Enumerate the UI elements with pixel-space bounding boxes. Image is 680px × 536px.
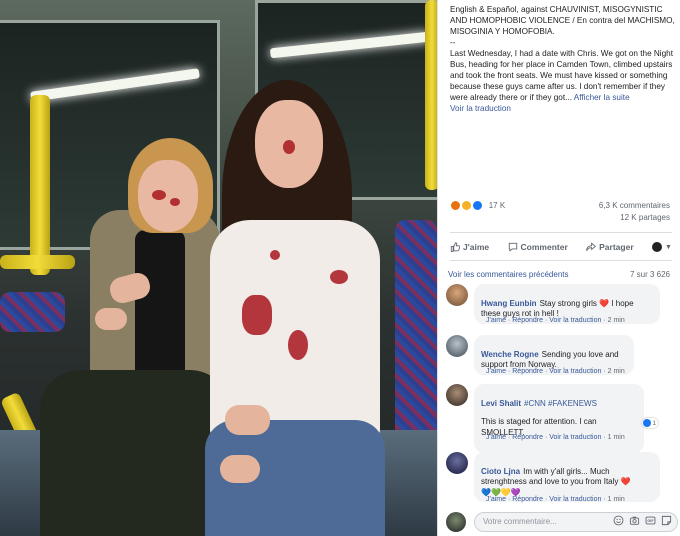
see-more-link[interactable]: Afficher la suite <box>574 93 630 102</box>
audience-selector[interactable]: ▼ <box>652 242 672 252</box>
comment-button[interactable]: Commenter <box>508 242 568 252</box>
comment-time: 2 min <box>607 317 625 324</box>
comment-translate-link[interactable]: Voir la traduction <box>549 434 601 441</box>
comment-author[interactable]: Hwang Eunbin <box>481 299 537 308</box>
comment-label: Commenter <box>520 242 568 252</box>
comment-translate-link[interactable]: Voir la traduction <box>549 317 601 324</box>
angry-reaction-icon <box>450 200 461 211</box>
comment-reply-link[interactable]: Répondre <box>512 496 543 503</box>
comment-reaction-badge[interactable]: 1 <box>642 418 658 428</box>
avatar[interactable] <box>446 384 468 406</box>
post-text: English & Español, against CHAUVINIST, M… <box>450 4 676 114</box>
shares-count[interactable]: 12 K partages <box>599 212 670 224</box>
comment-like-link[interactable]: J'aime <box>486 368 506 375</box>
avatar[interactable] <box>446 452 468 474</box>
comment-item: Wenche Rogne Sending you love and support… <box>446 335 676 385</box>
comment-meta: J'aime · Répondre · Voir la traduction ·… <box>486 368 625 375</box>
comment-time: 1 min <box>607 434 625 441</box>
share-button[interactable]: Partager <box>586 242 634 252</box>
sad-reaction-icon <box>461 200 473 211</box>
gif-icon[interactable]: GIF <box>645 515 656 526</box>
share-arrow-icon <box>586 242 597 251</box>
comments-counter: 7 sur 3 626 <box>629 270 670 279</box>
translate-link[interactable]: Voir la traduction <box>450 103 676 114</box>
comment-meta: J'aime · Répondre · Voir la traduction ·… <box>486 317 625 324</box>
comment-item: Levi Shalit #CNN #FAKENEWS This is staged… <box>446 384 676 453</box>
like-reaction-icon <box>472 200 484 211</box>
comment-author[interactable]: Wenche Rogne <box>481 350 539 359</box>
comment-author[interactable]: Levi Shalit <box>481 399 521 408</box>
comment-bubble: Cioto Ljna Im with y'all girls... Much st… <box>474 452 660 502</box>
composer-icons: GIF <box>613 515 672 526</box>
comment-reply-link[interactable]: Répondre <box>512 317 543 324</box>
comment-bubble-icon <box>508 242 517 252</box>
camera-icon[interactable] <box>629 515 640 526</box>
avatar <box>446 512 466 532</box>
sticker-icon[interactable] <box>661 515 672 526</box>
like-button[interactable]: J'aime <box>450 242 489 252</box>
divider <box>450 232 672 233</box>
comments-count[interactable]: 6,3 K commentaires <box>599 200 670 212</box>
divider <box>450 260 672 261</box>
svg-text:GIF: GIF <box>647 519 654 523</box>
facebook-post-panel: English & Español, against CHAUVINIST, M… <box>437 0 680 536</box>
previous-comments-link[interactable]: Voir les commentaires précédents <box>448 270 569 279</box>
comment-reply-link[interactable]: Répondre <box>512 368 543 375</box>
avatar[interactable] <box>446 335 468 357</box>
post-body: Last Wednesday, I had a date with Chris.… <box>450 49 674 102</box>
comment-meta: J'aime · Répondre · Voir la traduction ·… <box>486 434 625 441</box>
comment-item: Hwang Eunbin Stay strong girls ❤️ I hope … <box>446 284 676 334</box>
comment-time: 2 min <box>607 368 625 375</box>
profile-mini-avatar <box>652 242 663 252</box>
comment-bubble: Levi Shalit #CNN #FAKENEWS This is staged… <box>474 384 644 453</box>
post-actions: J'aime Commenter Partager ▼ <box>450 239 672 255</box>
like-label: J'aime <box>463 242 490 252</box>
chevron-down-icon: ▼ <box>665 243 672 251</box>
share-label: Partager <box>599 242 634 252</box>
comment-item: Cioto Ljna Im with y'all girls... Much st… <box>446 452 676 510</box>
comment-meta: J'aime · Répondre · Voir la traduction ·… <box>486 496 625 503</box>
post-stats: 6,3 K commentaires 12 K partages <box>599 200 670 224</box>
comment-hashtags[interactable]: #CNN #FAKENEWS <box>524 399 597 408</box>
comment-translate-link[interactable]: Voir la traduction <box>549 368 601 375</box>
reaction-count: 17 K <box>488 200 506 210</box>
comment-time: 1 min <box>607 496 625 503</box>
comment-reply-link[interactable]: Répondre <box>512 434 543 441</box>
bus-photo[interactable] <box>0 0 437 536</box>
comment-like-link[interactable]: J'aime <box>486 434 506 441</box>
comment-like-link[interactable]: J'aime <box>486 317 506 324</box>
person-right <box>170 70 410 536</box>
post-separator: -- <box>450 38 456 47</box>
emoji-icon[interactable] <box>613 515 624 526</box>
yellow-handrail <box>425 0 437 190</box>
like-reaction-icon <box>643 419 651 427</box>
post-header: English & Español, against CHAUVINIST, M… <box>450 5 675 36</box>
avatar[interactable] <box>446 284 468 306</box>
comment-composer: Votre commentaire... GIF <box>446 512 678 532</box>
comment-translate-link[interactable]: Voir la traduction <box>549 496 601 503</box>
like-thumb-icon <box>450 242 460 252</box>
comment-like-link[interactable]: J'aime <box>486 496 506 503</box>
comment-author[interactable]: Cioto Ljna <box>481 467 520 476</box>
